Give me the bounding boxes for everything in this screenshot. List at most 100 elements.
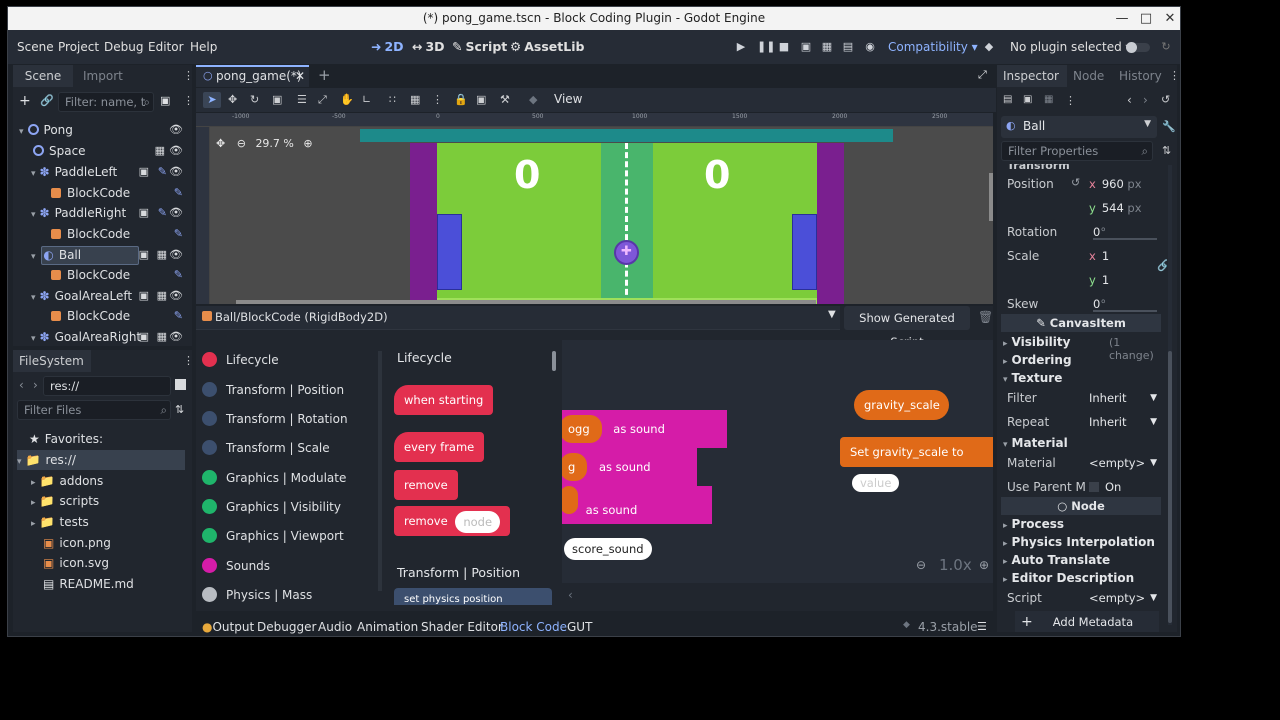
workspace-2d-button[interactable]: ➜ 2D (371, 39, 404, 54)
zoom-level[interactable]: 29.7 % (255, 137, 293, 150)
block-when-starting[interactable]: when starting (394, 385, 494, 415)
zoom-out-icon[interactable]: ⊖ (237, 137, 246, 150)
repeat-select[interactable]: Inherit ▼ (1089, 411, 1161, 433)
viewport-2d[interactable]: -1000 -500 0 500 1000 1500 2000 2500 0 0… (196, 113, 993, 304)
tree-node-blockcode[interactable]: BlockCode ✎ (51, 224, 189, 244)
collapse-palette-icon[interactable]: ‹ (568, 588, 573, 602)
tree-node-goalarealeft[interactable]: ▾ ✽ GoalAreaLeft ▣ ▦ 👁 (31, 286, 189, 306)
section-editor-description[interactable]: ▸ Editor Description (1003, 571, 1134, 585)
node-input-pill[interactable]: node (455, 510, 501, 533)
scale-mode-icon[interactable]: ▣ (272, 93, 282, 106)
zoom-out-icon[interactable]: ⊖ (916, 558, 926, 572)
tree-node-blockcode[interactable]: BlockCode ✎ (51, 306, 189, 326)
script-select[interactable]: <empty> ▼ (1089, 587, 1161, 609)
tree-node-blockcode[interactable]: BlockCode ✎ (51, 183, 189, 203)
object-history-icon[interactable]: ↺ (1161, 93, 1170, 106)
tab-inspector[interactable]: Inspector (997, 65, 1067, 87)
view-menu[interactable]: View (554, 92, 582, 106)
skeleton-icon[interactable]: ⚒ (500, 93, 510, 106)
play-custom-icon[interactable]: ▤ (842, 41, 854, 53)
revert-icon[interactable]: ↺ (1071, 176, 1080, 189)
workspace-script-button[interactable]: ✎ Script (452, 39, 507, 54)
scene-tree-menu-icon[interactable]: ⋮ (183, 94, 194, 107)
script-attached-icon[interactable]: ✎ (174, 306, 183, 326)
select-mode-icon[interactable]: ➤ (203, 92, 221, 108)
visibility-eye-icon[interactable]: 👁 (169, 286, 183, 306)
tab-history[interactable]: History (1119, 65, 1162, 87)
close-tab-icon[interactable]: ✕ (295, 69, 305, 83)
section-material[interactable]: ▾ Material (1003, 436, 1068, 450)
ruler-icon[interactable]: ∟ (362, 93, 371, 106)
plugin-select[interactable]: No plugin selected ▾ (1010, 40, 1132, 54)
plugin-toggle[interactable] (1126, 42, 1150, 53)
paddle-right[interactable] (792, 214, 817, 290)
tree-node-ball[interactable]: ▾ ◐ Ball ▣ ▦ 👁 (31, 245, 189, 265)
distraction-free-icon[interactable]: ⤢ (978, 68, 987, 82)
tree-node-pong[interactable]: ▾ Pong 👁 (19, 120, 189, 140)
category-sounds[interactable]: Sounds (202, 555, 270, 577)
add-metadata-button[interactable]: + Add Metadata (1015, 611, 1159, 632)
category-transform-position[interactable]: Transform | Position (202, 379, 344, 401)
stop-icon[interactable]: ■ (778, 41, 790, 53)
scene-dock-menu-icon[interactable]: ⋮ (183, 69, 194, 82)
cpuparticles-icon[interactable]: ◆ (529, 93, 537, 106)
script-attached-icon[interactable]: ✎ (158, 203, 167, 223)
tab-block-code[interactable]: Block Code (500, 620, 567, 634)
sound-block-paddle-hit[interactable]: ogg as sound paddle_hit (562, 410, 727, 479)
move-mode-icon[interactable]: ✥ (228, 93, 237, 106)
tab-animation[interactable]: Animation (357, 620, 418, 634)
inspector-scrollbar[interactable] (1168, 165, 1172, 625)
block-canvas[interactable]: ogg as sound paddle_hit g as sound wall_… (562, 340, 993, 583)
tab-shader-editor[interactable]: Shader Editor (421, 620, 503, 634)
pan-hand-icon[interactable]: ✋ (340, 93, 354, 106)
reload-icon[interactable]: ↻ (1160, 41, 1172, 53)
list-select-icon[interactable]: ☰ (297, 93, 307, 106)
section-transform[interactable]: Transform (1007, 164, 1070, 172)
link-icon[interactable]: 🔗 (40, 94, 54, 107)
rotation-field[interactable]: 0° (1093, 221, 1157, 243)
play-scene-icon[interactable]: ▦ (821, 41, 833, 53)
scrollbar-thumb[interactable] (1168, 351, 1172, 623)
maximize-icon[interactable]: □ (1134, 7, 1158, 30)
history-back-icon[interactable]: ‹ (1127, 93, 1132, 107)
block-set-physics-position[interactable]: set physics position (394, 588, 552, 605)
show-generated-script-button[interactable]: Show Generated Script (844, 306, 970, 349)
remote-debug-icon[interactable]: ▣ (800, 41, 812, 53)
grid-snap-icon[interactable]: ▦ (410, 93, 420, 106)
snap-options-icon[interactable]: ⋮ (432, 93, 443, 106)
play-icon[interactable]: ▶ (735, 41, 747, 53)
tab-pong-game[interactable]: ○ pong_game(*) ✕ (196, 65, 309, 87)
script-attached-icon[interactable]: ✎ (174, 224, 183, 244)
toggle-split-icon[interactable] (175, 379, 186, 390)
variable-gravity-scale[interactable]: gravity_scale (854, 390, 949, 420)
vertical-scrollbar[interactable] (989, 173, 993, 221)
movie-maker-icon[interactable]: ◉ (864, 41, 876, 53)
visibility-eye-icon[interactable]: 👁 (169, 203, 183, 223)
section-physics-interpolation[interactable]: ▸ Physics Interpolation (1003, 535, 1155, 549)
palette-scrollbar[interactable] (552, 351, 556, 371)
category-transform-rotation[interactable]: Transform | Rotation (202, 408, 348, 430)
paddle-left[interactable] (437, 214, 462, 290)
back-icon[interactable]: ‹ (19, 378, 24, 392)
scale-y-field[interactable]: y1 (1089, 269, 1149, 291)
material-select[interactable]: <empty> ▼ (1089, 452, 1161, 474)
fs-row-res[interactable]: ▾ 📁 res:// (17, 450, 185, 470)
block-every-frame[interactable]: every frame (394, 432, 485, 462)
scale-x-field[interactable]: x1 (1089, 245, 1149, 267)
smart-snap-icon[interactable]: ∷ (389, 93, 396, 106)
category-transform-scale[interactable]: Transform | Scale (202, 437, 330, 459)
section-auto-translate[interactable]: ▸ Auto Translate (1003, 553, 1110, 567)
zoom-in-icon[interactable]: ⊕ (979, 558, 989, 572)
tree-node-space[interactable]: Space ▦ 👁 (33, 141, 189, 161)
workspace-3d-button[interactable]: ↔ 3D (412, 39, 445, 54)
filesystem-menu-icon[interactable]: ⋮ (183, 354, 194, 367)
use-parent-checkbox[interactable]: On (1089, 476, 1149, 498)
section-texture[interactable]: ▾ Texture (1003, 371, 1062, 385)
script-attached-icon[interactable]: ✎ (158, 162, 167, 182)
pin-panel-icon[interactable]: ☰ (977, 620, 987, 633)
position-y-field[interactable]: y 544 px (1089, 197, 1157, 219)
fs-row-readme[interactable]: ▤ README.md (43, 574, 134, 594)
view-transform-icon[interactable]: ✥ (216, 137, 225, 150)
workspace-assetlib-button[interactable]: ⚙ AssetLib (510, 39, 584, 54)
fs-row-scripts[interactable]: ▸ 📁 scripts (31, 491, 99, 511)
